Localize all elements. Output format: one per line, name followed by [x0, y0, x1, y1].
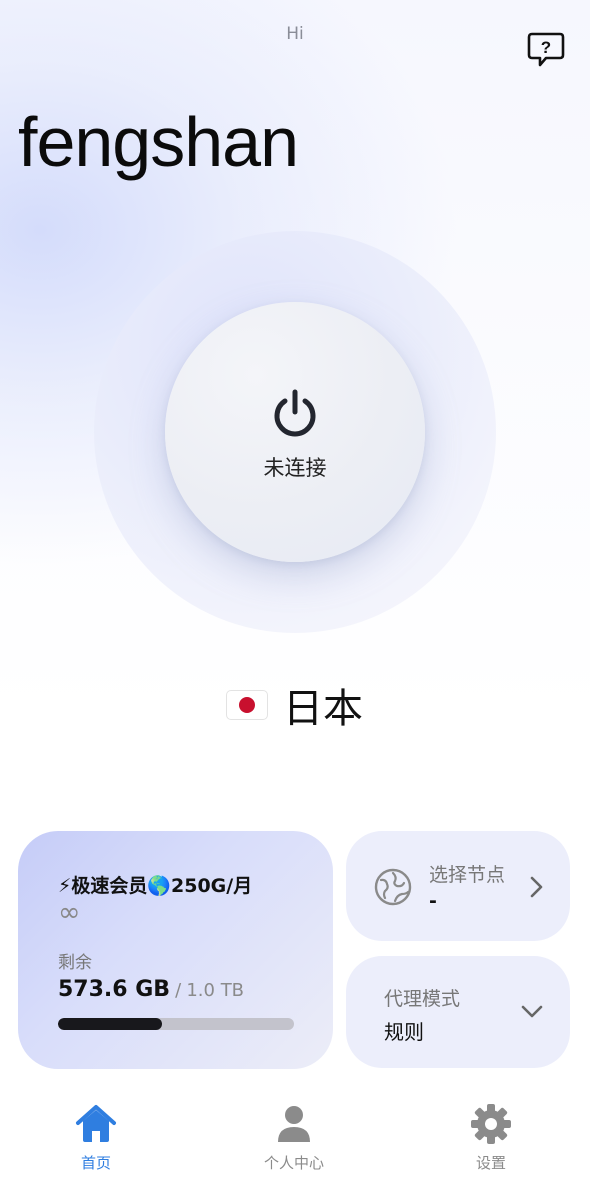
proxy-mode-label: 代理模式 — [384, 988, 461, 1010]
chevron-down-icon — [521, 1005, 543, 1018]
remaining-value: 573.6 GB — [58, 977, 171, 1002]
plan-title: ⚡极速会员🌎250G/月 — [58, 875, 253, 897]
tab-home-label: 首页 — [80, 1154, 111, 1172]
usage-progress-bar — [58, 1018, 294, 1030]
country-name: 日本 — [283, 686, 363, 732]
usage-progress-fill — [58, 1018, 162, 1030]
home-icon — [76, 1105, 116, 1142]
plan-card: ⚡极速会员🌎250G/月 ∞ 剩余 573.6 GB / 1.0 TB — [18, 831, 333, 1069]
gear-icon — [471, 1104, 511, 1144]
tab-settings-label: 设置 — [475, 1154, 506, 1172]
power-icon — [274, 389, 316, 437]
plan-validity: ∞ — [58, 897, 81, 928]
total-value: 1.0 TB — [186, 980, 245, 1001]
select-node-label: 选择节点 — [429, 864, 506, 886]
svg-text:?: ? — [541, 38, 551, 57]
username-title: fengshan — [18, 103, 299, 181]
select-node-value: - — [429, 890, 437, 912]
user-icon — [278, 1106, 310, 1142]
chevron-right-icon — [530, 876, 543, 898]
remaining-label: 剩余 — [58, 953, 92, 973]
help-button[interactable]: ? — [524, 30, 568, 70]
proxy-mode-card[interactable]: 代理模式 规则 — [346, 956, 570, 1068]
globe-icon — [374, 868, 412, 906]
connect-button[interactable]: 未连接 — [165, 302, 425, 562]
bottom-tab-bar: 首页 个人中心 设置 — [0, 1092, 590, 1192]
usage-separator: / — [175, 980, 182, 1001]
japan-flag-icon — [227, 691, 267, 719]
question-bubble-icon: ? — [527, 32, 565, 67]
tab-profile[interactable]: 个人中心 — [234, 1102, 354, 1182]
connection-status: 未连接 — [263, 456, 327, 480]
proxy-mode-value: 规则 — [384, 1020, 424, 1044]
greeting-text: Hi — [286, 24, 304, 44]
location-selector[interactable]: 日本 — [0, 676, 590, 734]
tab-settings[interactable]: 设置 — [431, 1102, 551, 1182]
tab-home[interactable]: 首页 — [36, 1102, 156, 1182]
tab-profile-label: 个人中心 — [263, 1154, 324, 1172]
usage-readout: 573.6 GB / 1.0 TB — [58, 977, 244, 1002]
select-node-card[interactable]: 选择节点 - — [346, 831, 570, 941]
